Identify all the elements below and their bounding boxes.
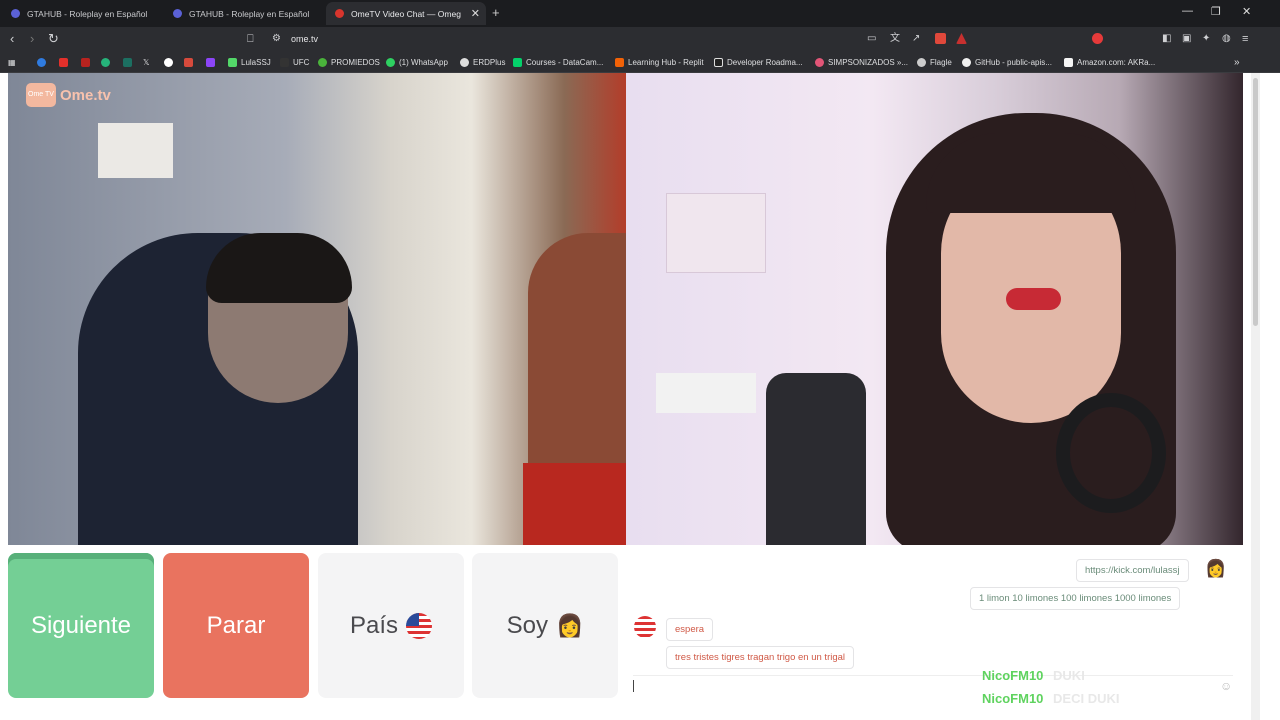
sidebar-icon[interactable]: ◧ bbox=[1162, 32, 1171, 46]
person-hair bbox=[206, 233, 352, 303]
minimize-icon[interactable]: — bbox=[1182, 5, 1193, 17]
bookmark-roadmap[interactable]: Developer Roadma... bbox=[714, 56, 803, 69]
extension-red-icon[interactable] bbox=[1092, 33, 1103, 44]
bookmark-erdplus[interactable]: ERDPlus bbox=[460, 56, 505, 69]
new-tab-icon[interactable]: + bbox=[492, 5, 500, 20]
bookmark-icon-dark[interactable] bbox=[164, 56, 177, 69]
bookmark-flagle[interactable]: Flagle bbox=[917, 56, 952, 69]
bookmark-icon-blue[interactable] bbox=[37, 56, 50, 69]
bookmark-replit[interactable]: Learning Hub - Replit bbox=[615, 56, 704, 69]
reload-icon[interactable]: ↻ bbox=[48, 32, 59, 46]
gmail-icon[interactable] bbox=[184, 56, 197, 69]
chat-message-mine[interactable]: https://kick.com/lulassj bbox=[1076, 559, 1189, 582]
person-bangs bbox=[926, 133, 1136, 213]
more-bookmarks-icon[interactable]: » bbox=[1234, 56, 1240, 69]
stop-label: Parar bbox=[206, 611, 266, 639]
stop-button[interactable]: Parar bbox=[163, 553, 309, 698]
apps-grid-icon[interactable]: ▦ bbox=[8, 56, 16, 69]
country-label: País bbox=[349, 611, 399, 639]
ometv-logo[interactable]: Ome TV Ome.tv bbox=[26, 83, 111, 107]
text-caret bbox=[633, 680, 634, 692]
headset bbox=[1056, 393, 1166, 513]
site-info-icon[interactable]: ⚙ bbox=[272, 32, 281, 46]
maximize-icon[interactable]: ❐ bbox=[1211, 5, 1221, 18]
stream-chat-user: NicoFM10 bbox=[982, 668, 1044, 683]
chat-message-theirs: espera bbox=[666, 618, 714, 641]
tab-gtahub-1[interactable]: GTAHUB - Roleplay en Español bbox=[2, 2, 162, 25]
chat-message-theirs: tres tristes tigres tragan trigo en un t… bbox=[666, 646, 855, 669]
share-icon[interactable]: ↗ bbox=[912, 32, 920, 46]
logo-word: Ome.tv bbox=[60, 86, 111, 104]
bookmark-ufc[interactable]: UFC bbox=[280, 56, 309, 69]
ometv-favicon-icon bbox=[335, 9, 344, 18]
bookmark-whatsapp[interactable]: (1) WhatsApp bbox=[386, 56, 448, 69]
gender-label: Soy bbox=[506, 611, 548, 639]
bookmark-simpsonizados[interactable]: SIMPSONIZADOS »... bbox=[815, 56, 908, 69]
bookmark-icon-red[interactable] bbox=[81, 56, 94, 69]
wall-frame bbox=[98, 123, 173, 178]
leo-icon[interactable]: ✦ bbox=[1202, 32, 1210, 46]
tab-ometv[interactable]: OmeTV Video Chat — Omeg ✕ bbox=[326, 2, 486, 25]
scrollbar-thumb[interactable] bbox=[1253, 78, 1258, 326]
forward-icon[interactable]: › bbox=[30, 32, 34, 46]
back-icon[interactable]: ‹ bbox=[10, 32, 14, 46]
gtahub-favicon-icon bbox=[11, 9, 20, 18]
translate-icon[interactable]: 文 bbox=[890, 32, 900, 46]
next-label: Siguiente bbox=[30, 611, 132, 639]
vpn-icon[interactable]: ◍ bbox=[1222, 32, 1231, 46]
stream-chat-user: NicoFM10 bbox=[982, 691, 1044, 706]
emoji-picker-icon[interactable]: ☺ bbox=[1220, 679, 1232, 693]
local-video: Ome TV Ome.tv bbox=[8, 73, 626, 545]
brave-shield-icon[interactable] bbox=[935, 33, 946, 44]
stranger-flag-icon bbox=[634, 616, 656, 638]
bookmark-icon-teal[interactable] bbox=[123, 56, 136, 69]
nav-bar: ‹ › ↻ ⎕ ⚙ ome.tv ▭ 文 ↗ ◧ ▣ ✦ ◍ ≡ bbox=[0, 27, 1280, 52]
tab-gtahub-2[interactable]: GTAHUB - Roleplay en Español bbox=[164, 2, 324, 25]
address-bar[interactable]: ome.tv bbox=[291, 34, 318, 44]
rewards-icon[interactable] bbox=[956, 33, 967, 44]
gtahub-favicon-icon bbox=[173, 9, 182, 18]
wall-poster bbox=[666, 193, 766, 273]
next-button[interactable]: Siguiente bbox=[8, 553, 154, 698]
close-tab-icon[interactable]: ✕ bbox=[471, 7, 480, 20]
chat-message-mine: 1 limon 10 limones 100 limones 1000 limo… bbox=[970, 587, 1181, 610]
x-icon[interactable]: 𝕏 bbox=[143, 56, 149, 69]
bookmark-icon[interactable]: ⎕ bbox=[247, 32, 254, 46]
stream-chat-line: NicoFM10 DUKI bbox=[982, 668, 1085, 683]
tab-title: OmeTV Video Chat — Omeg bbox=[351, 8, 461, 19]
chat-input[interactable] bbox=[633, 675, 1233, 692]
chat-panel: https://kick.com/lulassj 👩 1 limon 10 li… bbox=[626, 545, 1243, 700]
menu-icon[interactable]: ≡ bbox=[1242, 32, 1248, 46]
woman-emoji-icon: 👩 bbox=[555, 612, 584, 638]
stream-chat-line: NicoFM10 DECI DUKI bbox=[982, 691, 1119, 706]
country-button[interactable]: País bbox=[318, 553, 464, 698]
close-window-icon[interactable]: ✕ bbox=[1242, 5, 1251, 18]
red-shirt bbox=[523, 463, 626, 545]
bookmark-github[interactable]: GitHub - public-apis... bbox=[962, 56, 1052, 69]
tab-bar: GTAHUB - Roleplay en Español GTAHUB - Ro… bbox=[0, 0, 1280, 27]
wallet-icon[interactable]: ▣ bbox=[1182, 32, 1191, 46]
person-lips bbox=[1006, 288, 1061, 310]
youtube-icon[interactable] bbox=[59, 56, 72, 69]
my-avatar-icon: 👩 bbox=[1205, 559, 1227, 578]
tab-title: GTAHUB - Roleplay en Español bbox=[189, 8, 310, 19]
twitch-icon[interactable] bbox=[206, 56, 219, 69]
remote-video bbox=[626, 73, 1243, 545]
bookmark-amazon[interactable]: Amazon.com: AKRa... bbox=[1064, 56, 1155, 69]
gender-button[interactable]: Soy 👩 bbox=[472, 553, 618, 698]
bookmarks-bar: ▦ 𝕏 LulaSSJ UFC PROMIEDOS (1) WhatsApp E… bbox=[0, 52, 1280, 73]
bookmark-icon-green[interactable] bbox=[101, 56, 114, 69]
us-flag-icon bbox=[406, 612, 433, 639]
gaming-chair bbox=[766, 373, 866, 545]
stream-chat-message: DUKI bbox=[1053, 668, 1085, 683]
bookmark-promiedos[interactable]: PROMIEDOS bbox=[318, 56, 380, 69]
logo-badge: Ome TV bbox=[26, 83, 56, 107]
wall-sign bbox=[656, 373, 756, 413]
tab-title: GTAHUB - Roleplay en Español bbox=[27, 8, 148, 19]
bookmark-datacamp[interactable]: Courses - DataCam... bbox=[513, 56, 603, 69]
stream-chat-message: DECI DUKI bbox=[1053, 691, 1120, 706]
cast-icon[interactable]: ▭ bbox=[867, 32, 876, 46]
bookmark-lulassj[interactable]: LulaSSJ bbox=[228, 56, 271, 69]
